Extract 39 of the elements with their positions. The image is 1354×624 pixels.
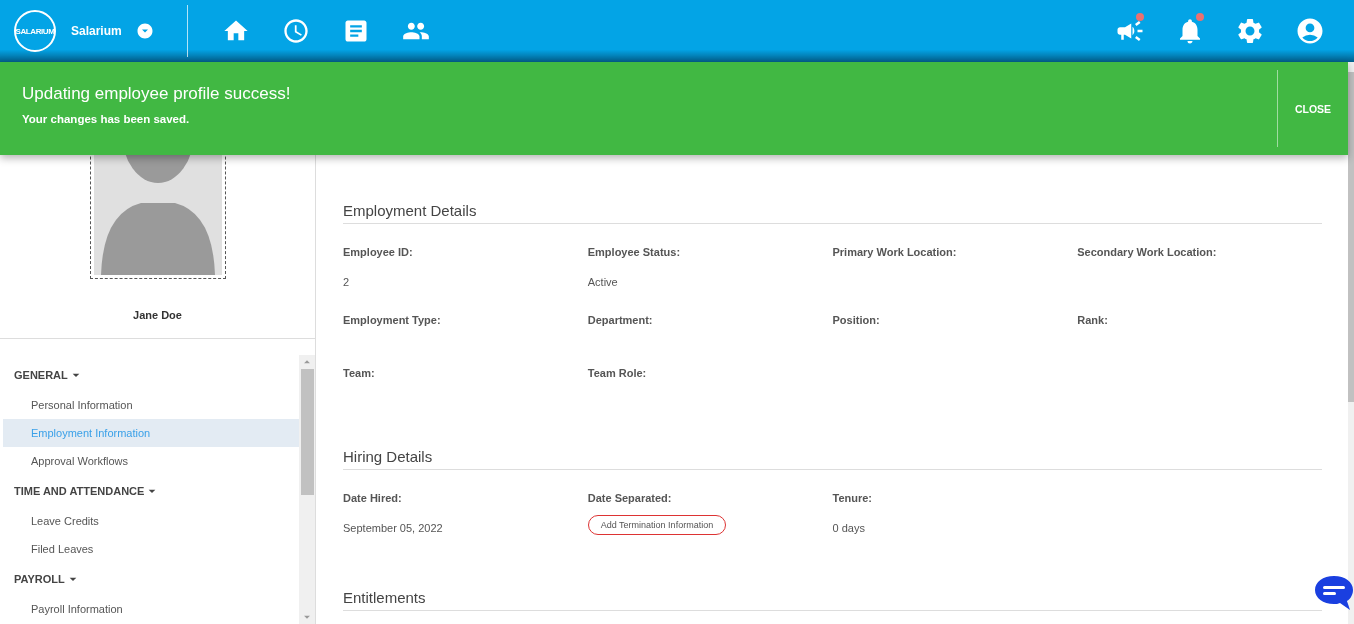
company-logo: SALARIUM xyxy=(14,10,56,52)
account-icon[interactable] xyxy=(1295,16,1325,46)
field-value: September 05, 2022 xyxy=(343,522,443,534)
nav-group-label[interactable]: PAYROLL xyxy=(14,573,65,585)
clock-icon[interactable] xyxy=(281,17,310,45)
field-label: Team: xyxy=(343,367,375,379)
section-title: Hiring Details xyxy=(343,442,1322,470)
field-label: Employee Status: xyxy=(587,246,681,258)
field-label: Employee ID: xyxy=(343,246,413,258)
dropdown-icon[interactable] xyxy=(135,22,154,40)
field-label: Date Hired: xyxy=(343,492,402,504)
employee-name: Jane Doe xyxy=(133,309,182,321)
field-label: Employment Type: xyxy=(343,314,441,326)
field-label: Rank: xyxy=(1077,314,1108,326)
field-label: Secondary Work Location: xyxy=(1077,246,1217,258)
field-label: Date Separated: xyxy=(587,492,672,504)
section-title: Employment Details xyxy=(343,196,1322,224)
field-value: Active xyxy=(587,276,618,288)
nav-item[interactable]: Filed Leaves xyxy=(3,535,299,563)
nav-item[interactable]: Personal Information xyxy=(3,391,299,419)
field-label: Tenure: xyxy=(832,492,873,504)
field-label: Team Role: xyxy=(587,367,647,379)
field-label: Department: xyxy=(587,314,653,326)
field-value: 2 xyxy=(343,276,350,288)
nav-group-label[interactable]: TIME AND ATTENDANCE xyxy=(14,485,145,497)
toast-title: Updating employee profile success! xyxy=(22,84,292,104)
nav-group-label[interactable]: GENERAL xyxy=(14,369,68,381)
nav-item[interactable]: Leave Credits xyxy=(3,507,299,535)
scrollbar[interactable] xyxy=(1348,62,1354,624)
toast-message: Your changes has been saved. xyxy=(22,113,191,125)
add-termination-button[interactable]: Add Termination Information xyxy=(587,515,727,535)
scrollbar[interactable] xyxy=(299,355,315,624)
field-label: Primary Work Location: xyxy=(832,246,957,258)
settings-icon[interactable] xyxy=(1235,16,1265,46)
nav-item[interactable]: Payroll Information xyxy=(3,595,299,623)
field-value: 0 days xyxy=(832,522,865,534)
nav-item[interactable]: Approval Workflows xyxy=(3,447,299,475)
chat-icon[interactable] xyxy=(1314,574,1354,612)
field-label: Position: xyxy=(832,314,880,326)
